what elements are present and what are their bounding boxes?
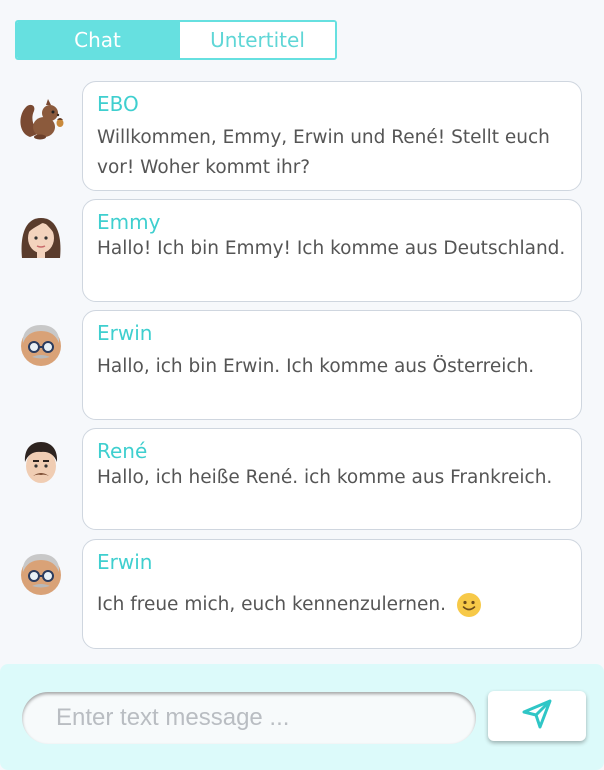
sender-name: Erwin xyxy=(97,550,153,574)
old-man-icon xyxy=(16,319,66,369)
old-man-icon xyxy=(16,548,66,598)
tab-chat[interactable]: Chat xyxy=(17,22,178,58)
woman-icon xyxy=(16,210,66,260)
message-bubble: Erwin Hallo, ich bin Erwin. Ich komme au… xyxy=(82,310,582,420)
message-text: Hallo! Ich bin Emmy! Ich komme aus Deuts… xyxy=(97,238,566,259)
message-text: Willkommen, Emmy, Erwin und René! Stellt… xyxy=(97,127,550,178)
sender-name: Erwin xyxy=(97,321,153,345)
send-icon xyxy=(520,697,554,735)
tab-bar: Chat Untertitel xyxy=(15,20,337,60)
message-text: Hallo, ich bin Erwin. Ich komme aus Öste… xyxy=(97,356,535,377)
message-input[interactable] xyxy=(22,692,476,744)
tab-subtitles[interactable]: Untertitel xyxy=(178,22,335,58)
smiley-icon xyxy=(456,592,482,618)
squirrel-icon xyxy=(16,93,66,143)
sender-name: Emmy xyxy=(97,210,161,234)
send-button[interactable] xyxy=(488,691,586,741)
message-bubble: EBO Willkommen, Emmy, Erwin und René! St… xyxy=(82,81,582,191)
composer-bar xyxy=(0,664,604,770)
sender-name: EBO xyxy=(97,92,139,116)
message-text: Ich freue mich, euch kennenzulernen. xyxy=(97,590,567,620)
man-mustache-icon xyxy=(16,438,66,488)
message-text-content: Ich freue mich, euch kennenzulernen. xyxy=(97,594,446,615)
message-bubble: René Hallo, ich heiße René. ich komme au… xyxy=(82,428,582,530)
message-bubble: Erwin Ich freue mich, euch kennenzulerne… xyxy=(82,539,582,649)
message-bubble: Emmy Hallo! Ich bin Emmy! Ich komme aus … xyxy=(82,199,582,302)
sender-name: René xyxy=(97,439,148,463)
message-text: Hallo, ich heiße René. ich komme aus Fra… xyxy=(97,467,553,488)
